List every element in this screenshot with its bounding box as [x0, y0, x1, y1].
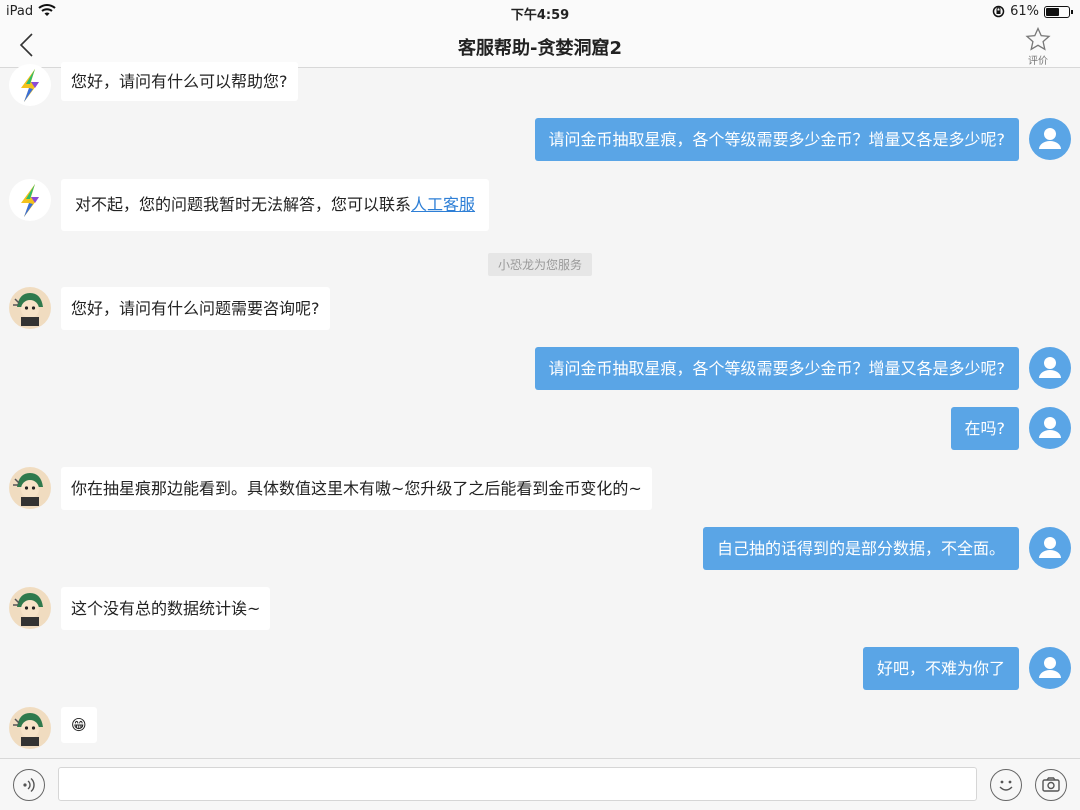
user-avatar: [1029, 118, 1071, 160]
agent-message-bubble: 😁: [61, 707, 97, 743]
agent-message-bubble: 这个没有总的数据统计诶~: [61, 587, 271, 630]
lightning-icon: [21, 184, 39, 217]
message-text: 请问金币抽取星痕，各个等级需要多少金币？增量又各是多少呢?: [548, 130, 1006, 149]
voice-button[interactable]: [13, 769, 45, 801]
message-row: 你在抽星痕那边能看到。具体数值这里木有嗷~您升级了之后能看到金币变化的~: [0, 467, 1080, 510]
lightning-icon: [21, 69, 39, 102]
bot-message-bubble: 您好，请问有什么可以帮助您?: [61, 62, 298, 101]
message-row: 😁: [0, 707, 1080, 750]
camera-button[interactable]: [1035, 769, 1067, 801]
user-avatar: [1029, 527, 1071, 569]
emoji-grin: 😁: [71, 716, 87, 734]
message-row: 您好，请问有什么问题需要咨询呢?: [0, 287, 1080, 330]
battery-icon: [1044, 5, 1073, 18]
message-text: 自己抽的话得到的是部分数据，不全面。: [716, 539, 1005, 558]
message-text: 这个没有总的数据统计诶~: [71, 599, 261, 618]
bot-avatar: [9, 64, 51, 106]
user-icon: [1039, 128, 1061, 149]
dino-avatar-icon: [13, 293, 43, 326]
input-bar: [0, 758, 1080, 810]
dino-avatar-icon: [13, 593, 43, 626]
user-message-bubble: 在吗?: [950, 407, 1019, 450]
voice-icon: [23, 777, 35, 793]
camera-icon: [1042, 777, 1060, 792]
dino-avatar-icon: [13, 713, 43, 746]
dino-avatar-icon: [13, 473, 43, 506]
user-icon: [1039, 357, 1061, 378]
human-agent-link[interactable]: 人工客服: [411, 195, 475, 214]
user-message-bubble: 自己抽的话得到的是部分数据，不全面。: [702, 527, 1019, 570]
message-row: 请问金币抽取星痕，各个等级需要多少金币？增量又各是多少呢?: [0, 347, 1080, 390]
agent-avatar: [9, 707, 51, 749]
message-row: 自己抽的话得到的是部分数据，不全面。: [0, 527, 1080, 570]
user-avatar: [1029, 347, 1071, 389]
status-right: 61%: [992, 4, 1073, 19]
message-text: 您好，请问有什么可以帮助您?: [71, 72, 288, 91]
message-row: 好吧，不难为你了: [0, 647, 1080, 690]
agent-message-bubble: 您好，请问有什么问题需要咨询呢?: [61, 287, 330, 330]
rate-button[interactable]: 评价: [1020, 26, 1056, 67]
message-row: 您好，请问有什么可以帮助您?: [0, 62, 1080, 108]
message-text: 好吧，不难为你了: [876, 659, 1005, 678]
message-text: 在吗?: [964, 419, 1006, 438]
user-avatar: [1029, 647, 1071, 689]
user-message-bubble: 好吧，不难为你了: [862, 647, 1019, 690]
agent-avatar: [9, 587, 51, 629]
system-notice-text: 小恐龙为您服务: [487, 253, 592, 276]
emoji-button[interactable]: [990, 769, 1022, 801]
user-avatar: [1029, 407, 1071, 449]
user-icon: [1039, 657, 1061, 678]
status-time: 下午4:59: [510, 8, 570, 23]
battery-percent: 61%: [1010, 4, 1039, 19]
message-row: 请问金币抽取星痕，各个等级需要多少金币？增量又各是多少呢?: [0, 118, 1080, 161]
page-title: 客服帮助-贪婪洞窟2: [458, 38, 622, 59]
user-icon: [1039, 537, 1061, 558]
agent-avatar: [9, 467, 51, 509]
user-message-bubble: 请问金币抽取星痕，各个等级需要多少金币？增量又各是多少呢?: [534, 347, 1019, 390]
user-message-bubble: 请问金币抽取星痕，各个等级需要多少金币？增量又各是多少呢?: [534, 118, 1019, 161]
message-text: 对不起，您的问题我暂时无法解答，您可以联系: [75, 195, 412, 214]
user-icon: [1039, 417, 1061, 438]
message-input[interactable]: [58, 767, 977, 801]
message-row: 这个没有总的数据统计诶~: [0, 587, 1080, 630]
star-icon: [1025, 26, 1051, 51]
bot-message-bubble: 对不起，您的问题我暂时无法解答，您可以联系人工客服: [61, 179, 490, 231]
message-text: 您好，请问有什么问题需要咨询呢?: [71, 299, 320, 318]
system-notice: 小恐龙为您服务: [0, 253, 1080, 276]
status-bar: iPad 下午4:59 61%: [0, 0, 1080, 24]
message-row: 在吗?: [0, 407, 1080, 450]
agent-avatar: [9, 287, 51, 329]
message-text: 请问金币抽取星痕，各个等级需要多少金币？增量又各是多少呢?: [548, 359, 1006, 378]
message-row: 对不起，您的问题我暂时无法解答，您可以联系人工客服: [0, 179, 1080, 231]
smiley-icon: [999, 780, 1013, 791]
orientation-lock-icon: [992, 5, 1005, 18]
agent-message-bubble: 你在抽星痕那边能看到。具体数值这里木有嗷~您升级了之后能看到金币变化的~: [61, 467, 652, 510]
bot-avatar: [9, 179, 51, 221]
message-text: 你在抽星痕那边能看到。具体数值这里木有嗷~您升级了之后能看到金币变化的~: [71, 479, 642, 498]
